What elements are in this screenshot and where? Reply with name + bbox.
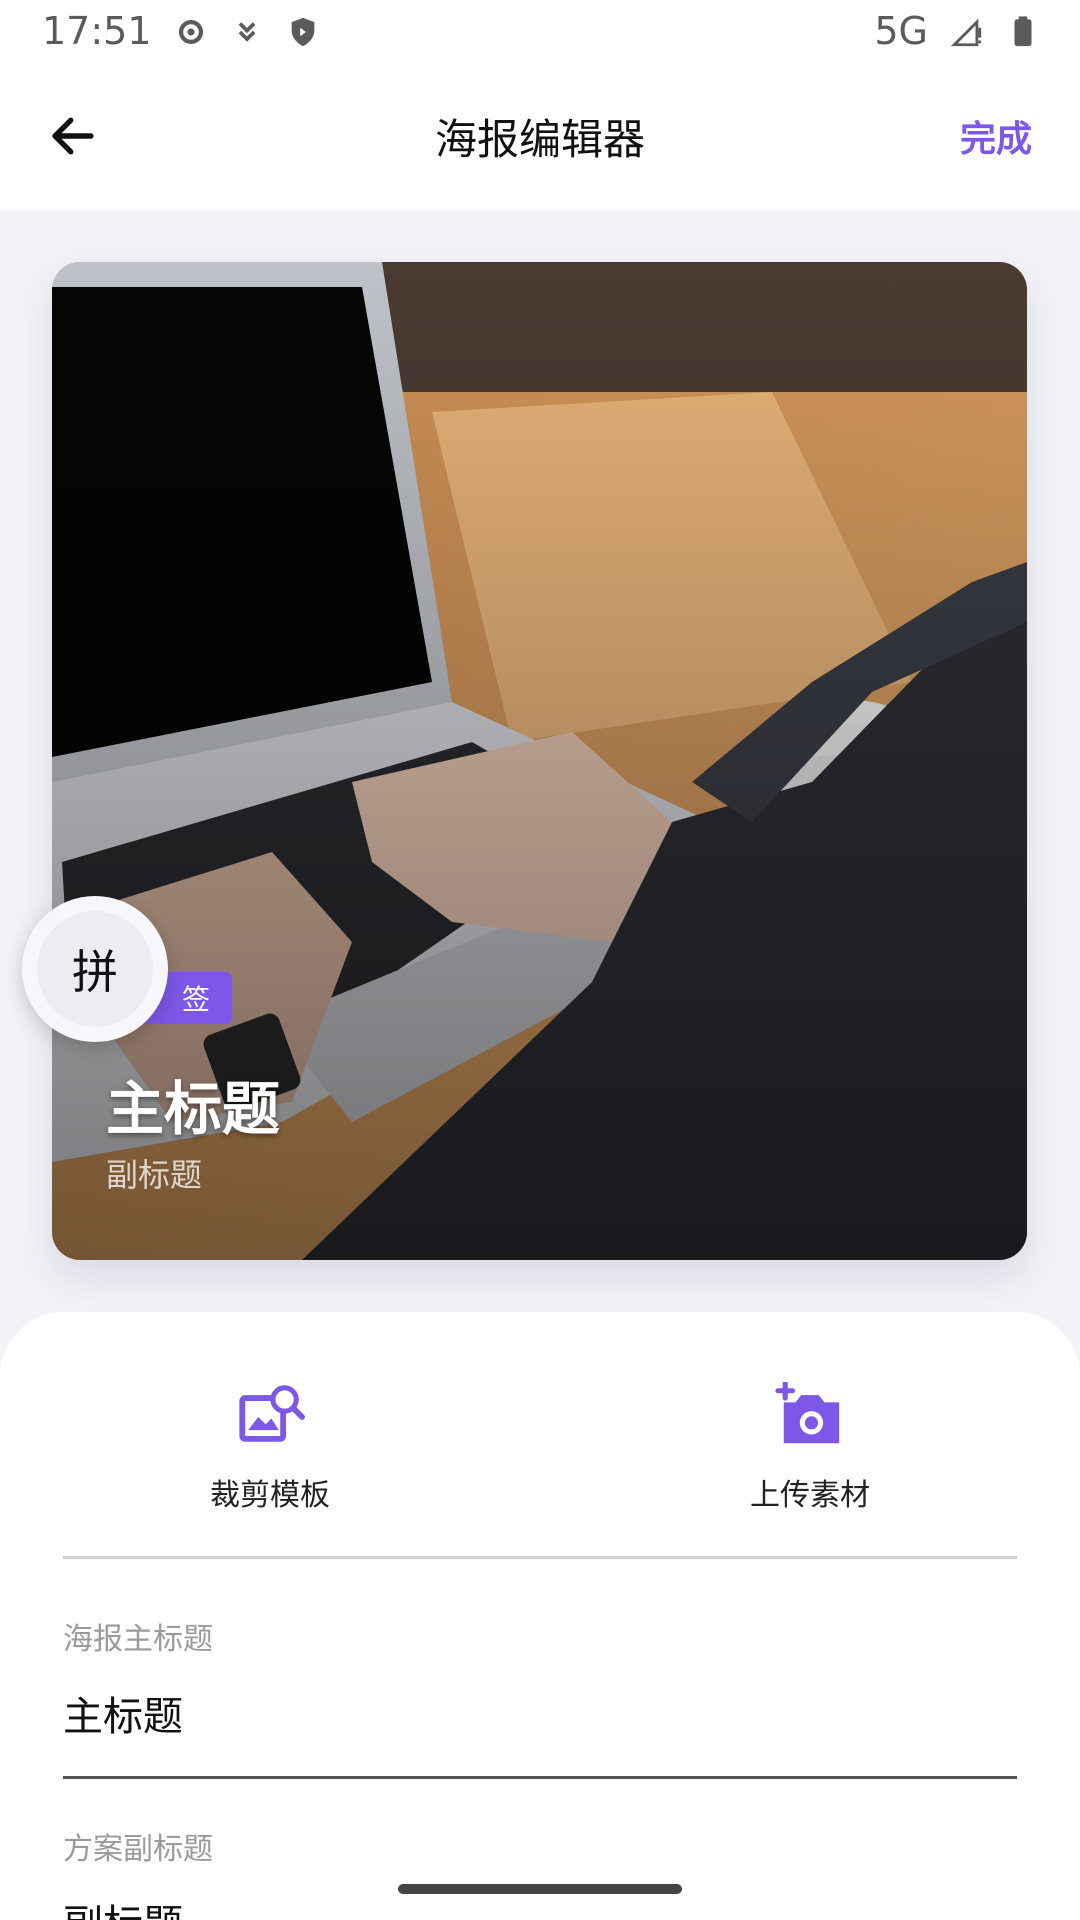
status-time: 17:51: [42, 9, 152, 53]
poster-subtitle: 副标题: [106, 1156, 203, 1194]
main-title-field-label: 海报主标题: [63, 1622, 213, 1657]
main-title-underline: [63, 1776, 1017, 1779]
network-label: 5G: [874, 9, 928, 53]
home-indicator[interactable]: [398, 1884, 682, 1894]
app-bar: 海报编辑器 完成: [0, 62, 1080, 210]
pin-label: 拼: [37, 911, 153, 1027]
status-left: 17:51: [42, 9, 320, 53]
status-right: 5G: [874, 9, 1040, 53]
subtitle-input[interactable]: 副标题: [63, 1892, 183, 1920]
divider: [63, 1556, 1017, 1559]
done-button[interactable]: 完成: [960, 110, 1032, 162]
subtitle-field-label: 方案副标题: [63, 1832, 213, 1867]
editor-sheet: 裁剪模板 上传素材 海报主标题 主标题 方案副标题 副标题: [0, 1312, 1080, 1920]
page-title: 海报编辑器: [434, 114, 645, 164]
poster-preview[interactable]: 签 主标题 副标题: [52, 262, 1027, 1260]
pin-button[interactable]: 拼: [22, 896, 168, 1042]
upload-material-label: 上传素材: [750, 1478, 870, 1513]
main-title-input[interactable]: 主标题: [63, 1684, 183, 1742]
crop-template-label: 裁剪模板: [210, 1478, 330, 1513]
status-bar: 17:51 5G: [0, 0, 1080, 62]
image-search-icon: [235, 1382, 305, 1452]
download-icon: [230, 14, 264, 48]
camera-add-icon: [775, 1380, 845, 1452]
action-row: 裁剪模板 上传素材: [0, 1380, 1080, 1514]
signal-icon: [950, 14, 984, 48]
arrow-left-icon: [52, 117, 94, 155]
crop-template-button[interactable]: 裁剪模板: [0, 1382, 540, 1514]
battery-icon: [1006, 14, 1040, 48]
poster-main-title: 主标题: [106, 1075, 281, 1143]
shield-icon: [286, 14, 320, 48]
upload-material-button[interactable]: 上传素材: [540, 1380, 1080, 1514]
settings-icon: [174, 14, 208, 48]
back-button[interactable]: [46, 109, 100, 163]
